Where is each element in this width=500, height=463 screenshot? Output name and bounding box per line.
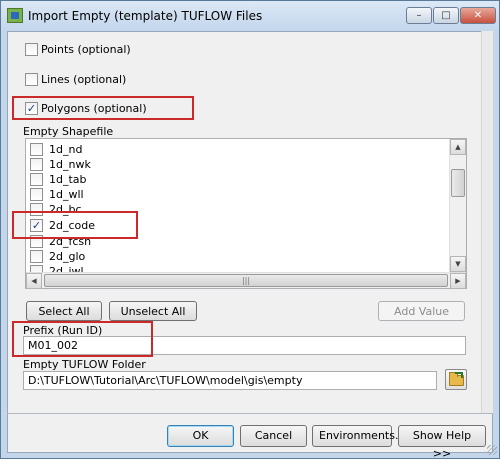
list-item-label: 1d_nd — [49, 142, 83, 156]
minimize-button[interactable]: – — [406, 7, 432, 24]
list-item-checkbox[interactable] — [30, 157, 43, 171]
close-button[interactable]: ✕ — [460, 7, 496, 24]
resize-grip[interactable] — [487, 445, 497, 455]
folder-arrow-icon — [455, 372, 463, 378]
horizontal-scroll-thumb[interactable]: ||| — [44, 274, 448, 287]
browse-folder-button[interactable] — [445, 369, 467, 390]
list-item-label: 1d_wll — [49, 187, 84, 201]
show-help-button[interactable]: Show Help >> — [398, 425, 486, 460]
points-label: Points (optional) — [41, 43, 131, 56]
list-vertical-scrollbar[interactable]: ▲ ▼ — [449, 139, 466, 272]
scroll-up-icon[interactable]: ▲ — [450, 139, 466, 155]
title-bar[interactable]: Import Empty (template) TUFLOW Files – □… — [1, 1, 499, 31]
ok-button[interactable]: OK — [167, 425, 234, 447]
points-option[interactable]: Points (optional) — [25, 43, 131, 56]
list-item-label: 1d_nwk — [49, 157, 91, 171]
list-item[interactable]: 2d_glo — [30, 248, 85, 264]
lines-checkbox[interactable] — [25, 73, 38, 86]
2d-code-highlight-box — [12, 211, 138, 239]
cancel-button[interactable]: Cancel — [240, 425, 307, 447]
window-title: Import Empty (template) TUFLOW Files — [28, 9, 263, 23]
list-item-label: 2d_glo — [49, 249, 86, 263]
folder-path-input[interactable]: D:\TUFLOW\Tutorial\Arc\TUFLOW\model\gis\… — [23, 371, 437, 390]
list-item[interactable]: 1d_nd — [30, 141, 82, 157]
unselect-all-button[interactable]: Unselect All — [109, 301, 197, 321]
list-horizontal-scrollbar[interactable]: ◀ ||| ▶ — [26, 272, 466, 289]
folder-label: Empty TUFLOW Folder — [23, 358, 146, 371]
list-item[interactable]: 1d_nwk — [30, 156, 91, 172]
vertical-scroll-thumb[interactable] — [451, 169, 465, 197]
points-checkbox[interactable] — [25, 43, 38, 56]
polygons-highlight-box — [12, 96, 194, 120]
dialog-window: Import Empty (template) TUFLOW Files – □… — [0, 0, 500, 460]
scroll-right-icon[interactable]: ▶ — [450, 273, 466, 289]
prefix-highlight-box — [12, 321, 153, 357]
list-item[interactable]: 1d_wll — [30, 186, 84, 202]
list-item[interactable]: 1d_tab — [30, 171, 87, 187]
lines-label: Lines (optional) — [41, 73, 127, 86]
footer-divider — [7, 413, 493, 414]
select-all-button[interactable]: Select All — [26, 301, 102, 321]
maximize-button[interactable]: □ — [433, 7, 459, 24]
add-value-button[interactable]: Add Value — [378, 301, 465, 321]
toolbox-icon — [7, 8, 23, 23]
list-item-label: 1d_tab — [49, 172, 87, 186]
scroll-down-icon[interactable]: ▼ — [450, 256, 466, 272]
list-item-checkbox[interactable] — [30, 142, 43, 156]
list-item-checkbox[interactable] — [30, 187, 43, 201]
lines-option[interactable]: Lines (optional) — [25, 73, 126, 86]
dialog-scrollbar[interactable] — [481, 31, 493, 413]
environments-button[interactable]: Environments... — [312, 425, 405, 447]
empty-shapefile-label: Empty Shapefile — [23, 125, 114, 138]
scroll-left-icon[interactable]: ◀ — [26, 273, 42, 289]
list-item-checkbox[interactable] — [30, 249, 43, 263]
list-item-checkbox[interactable] — [30, 172, 43, 186]
